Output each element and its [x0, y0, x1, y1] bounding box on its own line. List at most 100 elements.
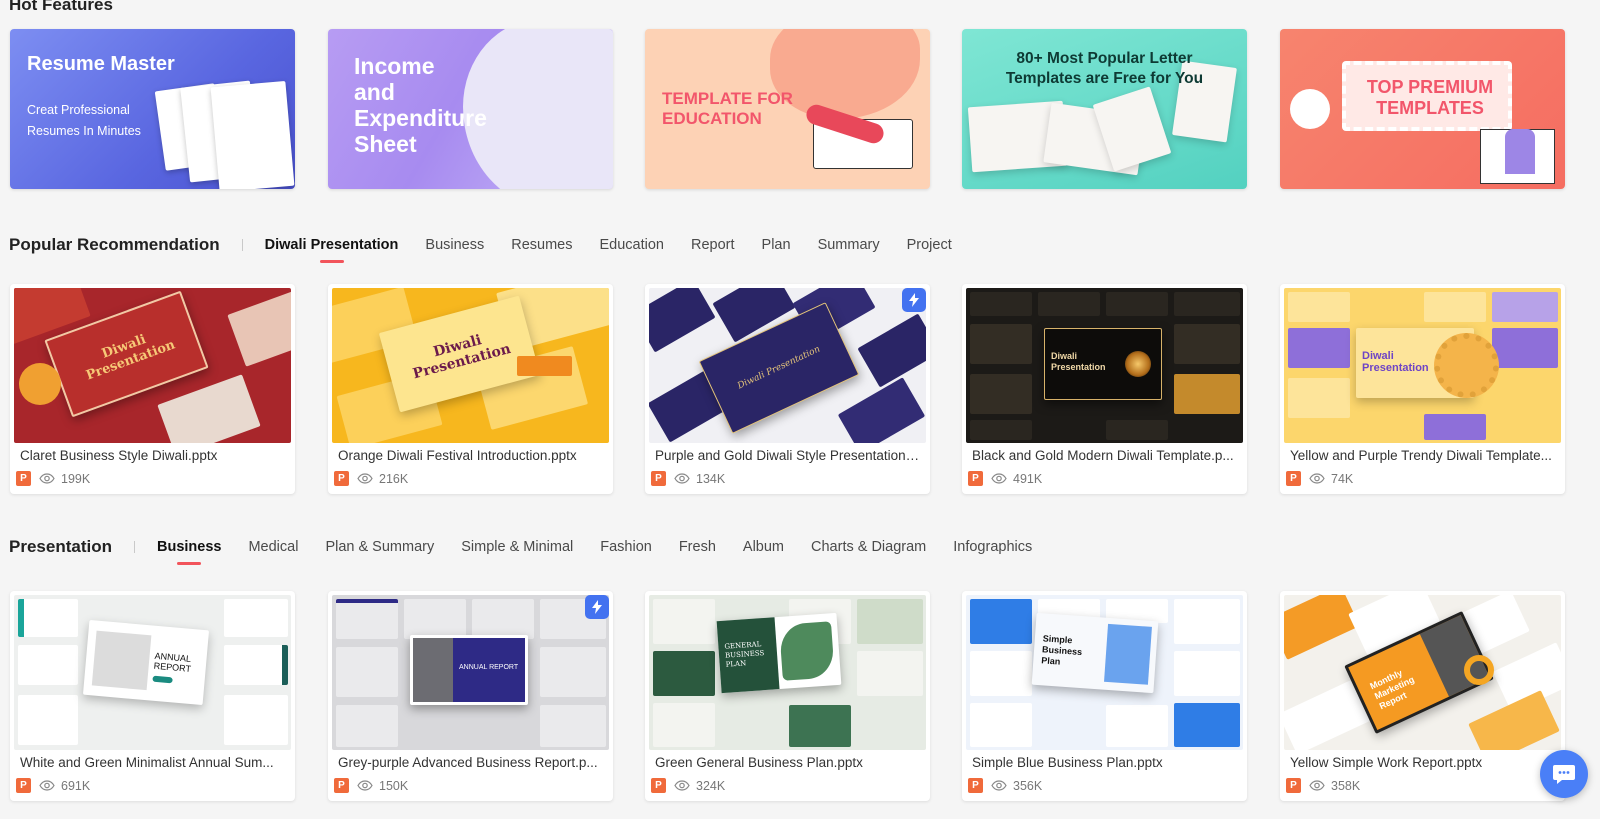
thumbnail-title: Diwali Presentation — [84, 332, 178, 384]
banner-resume-master[interactable]: Resume Master Creat Professional Resumes… — [10, 29, 295, 189]
thumbnail-title: ANNUAL REPORT — [153, 650, 192, 674]
template-name[interactable]: Black and Gold Modern Diwali Template.p.… — [972, 448, 1237, 463]
tab-business[interactable]: Business — [425, 237, 484, 253]
template-thumbnail: ANNUAL REPORT — [332, 595, 609, 750]
thumbnail-title: Diwali Presentation — [411, 332, 513, 383]
popular-header: Popular Recommendation Diwali Presentati… — [9, 233, 979, 257]
eye-icon — [357, 473, 373, 484]
template-name[interactable]: Purple and Gold Diwali Style Presentatio… — [655, 448, 920, 463]
template-thumbnail: GENERAL BUSINESS PLAN — [649, 595, 926, 750]
view-count: 491K — [1013, 471, 1043, 486]
template-name[interactable]: Claret Business Style Diwali.pptx — [20, 448, 285, 463]
banner-education-title: TEMPLATE FOR EDUCATION — [662, 89, 793, 128]
banner-letter-templates[interactable]: 80+ Most Popular Letter Templates are Fr… — [962, 29, 1247, 189]
template-card[interactable]: Diwali Presentation Yellow and Purple Tr… — [1280, 284, 1565, 494]
eye-icon — [357, 780, 373, 791]
tab-charts-diagram[interactable]: Charts & Diagram — [811, 539, 926, 555]
tab-medical[interactable]: Medical — [248, 539, 298, 555]
eye-icon — [991, 473, 1007, 484]
hot-features-banners: Resume Master Creat Professional Resumes… — [10, 29, 1570, 189]
tab-fashion[interactable]: Fashion — [600, 539, 652, 555]
eye-icon — [1309, 780, 1325, 791]
eye-icon — [674, 473, 690, 484]
tab-summary[interactable]: Summary — [818, 237, 880, 253]
template-name[interactable]: Grey-purple Advanced Business Report.p..… — [338, 755, 603, 770]
thumbnail-title: Diwali Presentation — [1362, 350, 1429, 374]
template-meta: P 356K — [968, 778, 1042, 793]
presentation-title: Presentation — [9, 537, 112, 556]
template-thumbnail: Simple Business Plan — [966, 595, 1243, 750]
thumbnail-title: Diwali Presentation — [736, 344, 822, 392]
banner-resume-sub1: Creat Professional — [27, 103, 130, 117]
view-count: 324K — [696, 778, 726, 793]
tab-simple-minimal[interactable]: Simple & Minimal — [461, 539, 573, 555]
template-card[interactable]: Monthly Marketing Report Yellow Simple W… — [1280, 591, 1565, 801]
ppt-icon: P — [1286, 778, 1301, 793]
template-card[interactable]: Simple Business Plan Simple Blue Busines… — [962, 591, 1247, 801]
eye-icon — [39, 780, 55, 791]
view-count: 199K — [61, 471, 91, 486]
ppt-icon: P — [16, 778, 31, 793]
template-meta: P 74K — [1286, 471, 1353, 486]
tab-album[interactable]: Album — [743, 539, 784, 555]
template-card[interactable]: ANNUAL REPORT White and Green Minimalist… — [10, 591, 295, 801]
presentation-tabs: Business Medical Plan & Summary Simple &… — [157, 539, 1059, 555]
template-thumbnail: Diwali Presentation — [14, 288, 291, 443]
tab-fresh[interactable]: Fresh — [679, 539, 716, 555]
banner-income-title: Income and Expenditure Sheet — [354, 53, 487, 157]
template-card[interactable]: GENERAL BUSINESS PLAN Green General Busi… — [645, 591, 930, 801]
template-card[interactable]: Diwali Presentation Purple and Gold Diwa… — [645, 284, 930, 494]
tab-education[interactable]: Education — [600, 237, 665, 253]
template-thumbnail: Diwali Presentation — [649, 288, 926, 443]
template-meta: P 150K — [334, 778, 408, 793]
template-name[interactable]: Orange Diwali Festival Introduction.pptx — [338, 448, 603, 463]
tab-infographics[interactable]: Infographics — [953, 539, 1032, 555]
ppt-icon: P — [651, 471, 666, 486]
tab-business[interactable]: Business — [157, 539, 221, 555]
ppt-icon: P — [968, 778, 983, 793]
template-name[interactable]: Yellow and Purple Trendy Diwali Template… — [1290, 448, 1555, 463]
banner-income-expenditure[interactable]: Income and Expenditure Sheet — [328, 29, 613, 189]
popular-title: Popular Recommendation — [9, 235, 220, 254]
view-count: 356K — [1013, 778, 1043, 793]
presentation-header: Presentation Business Medical Plan & Sum… — [9, 535, 1059, 559]
template-meta: P 324K — [651, 778, 725, 793]
template-name[interactable]: Yellow Simple Work Report.pptx — [1290, 755, 1555, 770]
template-name[interactable]: Simple Blue Business Plan.pptx — [972, 755, 1237, 770]
hot-features-title: Hot Features — [9, 0, 113, 14]
view-count: 358K — [1331, 778, 1361, 793]
ppt-icon: P — [334, 778, 349, 793]
tab-diwali-presentation[interactable]: Diwali Presentation — [265, 237, 399, 253]
ppt-icon: P — [968, 471, 983, 486]
tab-plan-summary[interactable]: Plan & Summary — [325, 539, 434, 555]
template-card[interactable]: Diwali Presentation Black and Gold Moder… — [962, 284, 1247, 494]
banner-letter-title: 80+ Most Popular Letter Templates are Fr… — [1005, 50, 1204, 87]
template-meta: P 358K — [1286, 778, 1360, 793]
ppt-icon: P — [16, 471, 31, 486]
banner-education[interactable]: TEMPLATE FOR EDUCATION — [645, 29, 930, 189]
banner-premium-templates[interactable]: TOP PREMIUM TEMPLATES — [1280, 29, 1565, 189]
chat-button[interactable] — [1540, 750, 1588, 798]
thumbnail-title: ANNUAL REPORT — [459, 664, 519, 671]
template-meta: P 491K — [968, 471, 1042, 486]
template-card[interactable]: ANNUAL REPORT Grey-purple Advanced Busin… — [328, 591, 613, 801]
tab-project[interactable]: Project — [907, 237, 952, 253]
banner-premium-title: TOP PREMIUM TEMPLATES — [1366, 77, 1494, 118]
template-meta: P 216K — [334, 471, 408, 486]
tab-report[interactable]: Report — [691, 237, 735, 253]
template-name[interactable]: White and Green Minimalist Annual Sum... — [20, 755, 285, 770]
lightning-icon — [585, 595, 609, 619]
thumbnail-title: Diwali Presentation — [1051, 351, 1106, 372]
template-meta: P 134K — [651, 471, 725, 486]
tab-plan[interactable]: Plan — [762, 237, 791, 253]
template-thumbnail: Diwali Presentation — [332, 288, 609, 443]
template-card[interactable]: Diwali Presentation Orange Diwali Festiv… — [328, 284, 613, 494]
view-count: 150K — [379, 778, 409, 793]
template-card[interactable]: Diwali Presentation Claret Business Styl… — [10, 284, 295, 494]
tab-resumes[interactable]: Resumes — [511, 237, 572, 253]
view-count: 691K — [61, 778, 91, 793]
template-meta: P 199K — [16, 471, 90, 486]
template-thumbnail: Diwali Presentation — [966, 288, 1243, 443]
template-name[interactable]: Green General Business Plan.pptx — [655, 755, 920, 770]
view-count: 216K — [379, 471, 409, 486]
